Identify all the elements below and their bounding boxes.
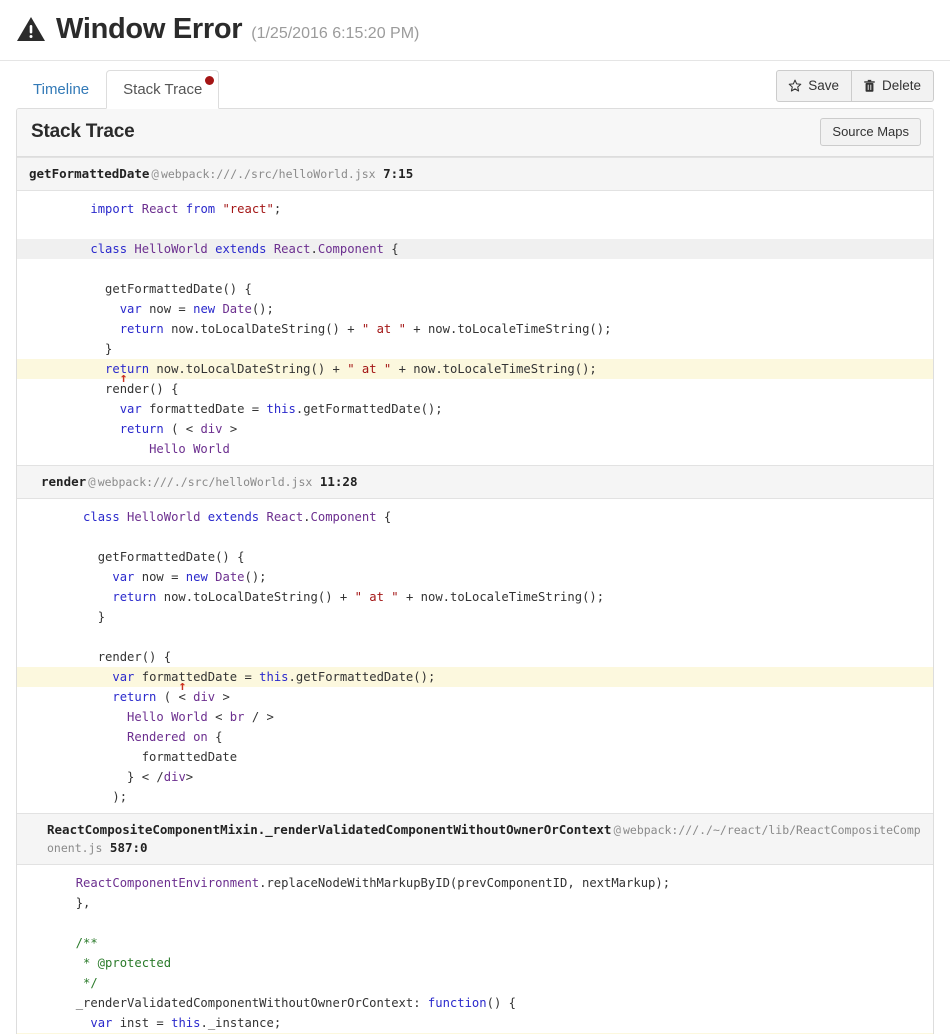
stack-trace-page: Window Error (1/25/2016 6:15:20 PM) Time…: [0, 0, 950, 1034]
code-line: */: [61, 976, 98, 990]
code-line: var now = new Date();: [119, 302, 274, 316]
stack-frame-function: ReactCompositeComponentMixin._renderVali…: [47, 822, 612, 837]
code-line: }: [105, 342, 113, 356]
at-symbol: @: [151, 166, 159, 181]
stack-frame-url: webpack:///./src/helloWorld.jsx: [160, 167, 376, 181]
panel-title: Stack Trace: [31, 121, 135, 142]
tab-stack-trace[interactable]: Stack Trace: [106, 70, 220, 109]
code-line: /**: [61, 936, 98, 950]
code-line: ReactComponentEnvironment.replaceNodeWit…: [75, 876, 671, 890]
stack-frame-header[interactable]: render @ webpack:///./src/helloWorld.jsx 1…: [17, 465, 933, 499]
code-line: return now.toLocalDateString() + " at " …: [112, 590, 605, 604]
tab-list: Timeline Stack Trace: [16, 70, 220, 109]
save-button-label: Save: [808, 78, 839, 93]
code-line: _renderValidatedComponentWithoutOwnerOrC…: [75, 996, 516, 1010]
page-title: Window Error: [56, 13, 243, 45]
code-line: },: [75, 896, 91, 910]
code-line: getFormattedDate() {: [97, 550, 245, 564]
stack-frame-list: getFormattedDate @ webpack:///./src/helloW…: [17, 157, 933, 1034]
stack-trace-panel: Stack Trace Source Maps getFormattedDate…: [16, 108, 934, 1034]
stack-frame-header[interactable]: ReactCompositeComponentMixin._renderVali…: [17, 813, 933, 865]
stack-frame-position: 11:28: [319, 474, 358, 489]
stack-frame-position: 7:15: [383, 166, 414, 181]
code-line: }: [97, 610, 106, 624]
code-line: return ( < div >: [112, 690, 230, 704]
code-line: Hello World: [149, 442, 230, 456]
save-button[interactable]: Save: [776, 70, 852, 102]
code-line: );: [112, 790, 128, 804]
star-icon: [788, 79, 802, 93]
toolbar: Save Delete: [776, 70, 934, 102]
tab-alert-dot-icon: [205, 76, 215, 85]
stack-frame-function: render: [41, 474, 87, 489]
code-line: Hello World < br / >: [127, 710, 274, 724]
code-line: getFormattedDate() {: [105, 282, 252, 296]
code-line: class HelloWorld extends React.Component…: [83, 510, 392, 524]
page-header: Window Error (1/25/2016 6:15:20 PM): [0, 0, 950, 61]
code-line: class HelloWorld extends React.Component…: [17, 239, 933, 259]
code-line: import React from "react";: [90, 202, 282, 216]
tab-timeline-label: Timeline: [33, 81, 90, 98]
code-line: return now.toLocalDateString() + " at " …: [119, 322, 612, 336]
delete-button-label: Delete: [881, 78, 921, 93]
code-line: return ( < div >: [119, 422, 238, 436]
code-line-highlighted: return now.toLocalDateString() + " at " …: [17, 359, 933, 379]
stack-frame-url: webpack:///./src/helloWorld.jsx: [97, 475, 313, 489]
stack-frame-position: 587:0: [109, 840, 148, 855]
code-line: render() {: [97, 650, 172, 664]
code-line: var formattedDate = this.getFormattedDat…: [119, 402, 443, 416]
code-block: ReactComponentEnvironment.replaceNodeWit…: [17, 865, 933, 1034]
code-line: Rendered on {: [127, 730, 223, 744]
code-line: var now = new Date();: [112, 570, 267, 584]
code-block: class HelloWorld extends React.Component…: [17, 499, 933, 813]
delete-button[interactable]: Delete: [851, 70, 934, 102]
code-line-highlighted: var formattedDate = this.getFormattedDat…: [17, 667, 933, 687]
stack-frame-header[interactable]: getFormattedDate @ webpack:///./src/helloW…: [17, 157, 933, 191]
code-block: import React from "react"; class HelloWo…: [17, 191, 933, 465]
code-line: var inst = this._instance;: [90, 1016, 282, 1030]
code-line: render() {: [105, 382, 179, 396]
code-line: formattedDate: [141, 750, 238, 764]
stack-frame-function: getFormattedDate: [29, 166, 150, 181]
code-line: } < /div>: [127, 770, 194, 784]
source-maps-button-label: Source Maps: [832, 124, 909, 139]
at-symbol: @: [88, 474, 96, 489]
at-symbol: @: [613, 822, 621, 837]
panel-header: Stack Trace Source Maps: [17, 109, 933, 157]
source-maps-button[interactable]: Source Maps: [820, 118, 921, 146]
error-timestamp: (1/25/2016 6:15:20 PM): [251, 25, 420, 42]
code-line: * @protected: [61, 956, 172, 970]
tab-stack-trace-label: Stack Trace: [123, 81, 203, 98]
warning-triangle-icon: [16, 16, 46, 42]
tab-timeline[interactable]: Timeline: [16, 70, 106, 109]
trash-icon: [863, 79, 876, 93]
tabs-row: Timeline Stack Trace Save Delete: [0, 61, 950, 109]
